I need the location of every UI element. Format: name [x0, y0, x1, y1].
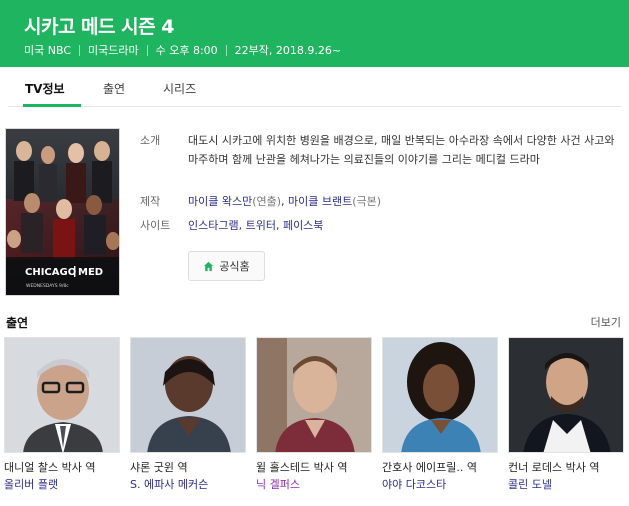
site-label: 사이트 — [140, 219, 171, 232]
meta-divider — [79, 44, 80, 56]
official-home-label: 공식홈 — [219, 260, 250, 273]
cast-role: 간호사 에이프릴.. 역 — [382, 461, 477, 474]
meta-episodes: 22부작, 2018.9.26~ — [234, 44, 342, 57]
tab-cast[interactable]: 출연 — [103, 80, 125, 97]
cast-photo[interactable] — [508, 337, 624, 453]
cast-photo[interactable] — [256, 337, 372, 453]
meta-genre: 미국드라마 — [88, 44, 139, 57]
summary-label: 소개 — [140, 134, 161, 147]
cast-role: 윌 홀스테드 박사 역 — [256, 461, 348, 474]
show-meta: 미국 NBC 미국드라마 수 오후 8:00 22부작, 2018.9.26~ — [24, 42, 341, 58]
site-links[interactable]: 인스타그램, 트위터, 페이스북 — [188, 216, 620, 235]
cast-actor-link[interactable]: S. 에파사 메커슨 — [130, 476, 246, 494]
meta-network: 미국 NBC — [24, 44, 71, 57]
official-home-button[interactable]: 공식홈 — [188, 251, 265, 281]
cast-photo[interactable] — [130, 337, 246, 453]
poster-logo-right: MED — [78, 267, 103, 278]
meta-divider — [146, 44, 148, 56]
cast-section-title: 출연 — [6, 316, 29, 330]
cast-actor-link[interactable]: 야야 다코스타 — [382, 476, 498, 494]
poster-image: CHICAGO MED WEDNESDAYS 9/8c — [6, 129, 119, 295]
home-icon — [204, 261, 214, 271]
show-poster[interactable]: CHICAGO MED WEDNESDAYS 9/8c — [5, 128, 120, 296]
cast-card[interactable]: 대니얼 찰스 박사 역 올리버 플랫 — [4, 337, 120, 494]
poster-tagline: WEDNESDAYS 9/8c — [26, 283, 69, 289]
cast-card[interactable]: 간호사 에이프릴.. 역 야야 다코스타 — [382, 337, 498, 494]
producer-separator: , — [281, 195, 289, 208]
writer-link[interactable]: 마이클 브랜트 — [288, 195, 352, 208]
tab-series[interactable]: 시리즈 — [163, 80, 196, 97]
tab-tv-info[interactable]: TV정보 — [25, 80, 65, 97]
cast-role: 대니얼 찰스 박사 역 — [4, 461, 96, 474]
poster-logo-left: CHICAGO — [25, 267, 76, 278]
summary-text: 대도시 시카고에 위치한 병원을 배경으로, 매일 반복되는 아수라장 속에서 … — [188, 134, 615, 166]
cast-card[interactable]: 샤론 굿윈 역 S. 에파사 메커슨 — [130, 337, 246, 494]
title-header: 시카고 메드 시즌 4 미국 NBC 미국드라마 수 오후 8:00 22부작,… — [0, 0, 629, 67]
producer-link[interactable]: 마이클 왁스만 — [188, 195, 252, 208]
cast-card[interactable]: 윌 홀스테드 박사 역 닉 겔퍼스 — [256, 337, 372, 494]
cast-actor-link[interactable]: 콜린 도넬 — [508, 476, 624, 494]
meta-airtime: 수 오후 8:00 — [155, 44, 218, 57]
cast-actor-link[interactable]: 올리버 플랫 — [4, 476, 120, 494]
writer-role: (극본) — [352, 195, 382, 208]
production-label: 제작 — [140, 195, 161, 208]
cast-photo[interactable] — [382, 337, 498, 453]
cast-actor-link[interactable]: 닉 겔퍼스 — [256, 476, 372, 494]
cast-photo[interactable] — [4, 337, 120, 453]
producer-role: (연출) — [252, 195, 282, 208]
production-value: 마이클 왁스만(연출), 마이클 브랜트(극본) — [188, 192, 620, 211]
page-title[interactable]: 시카고 메드 시즌 4 — [24, 12, 174, 39]
cast-role: 샤론 굿윈 역 — [130, 461, 188, 474]
cast-role: 컨너 로데스 박사 역 — [508, 461, 600, 474]
tab-bar: TV정보 출연 시리즈 — [8, 68, 621, 107]
cast-more-link[interactable]: 더보기 — [591, 314, 621, 330]
meta-divider — [225, 44, 227, 56]
active-tab-indicator — [23, 104, 81, 107]
cast-card[interactable]: 컨너 로데스 박사 역 콜린 도넬 — [508, 337, 624, 494]
